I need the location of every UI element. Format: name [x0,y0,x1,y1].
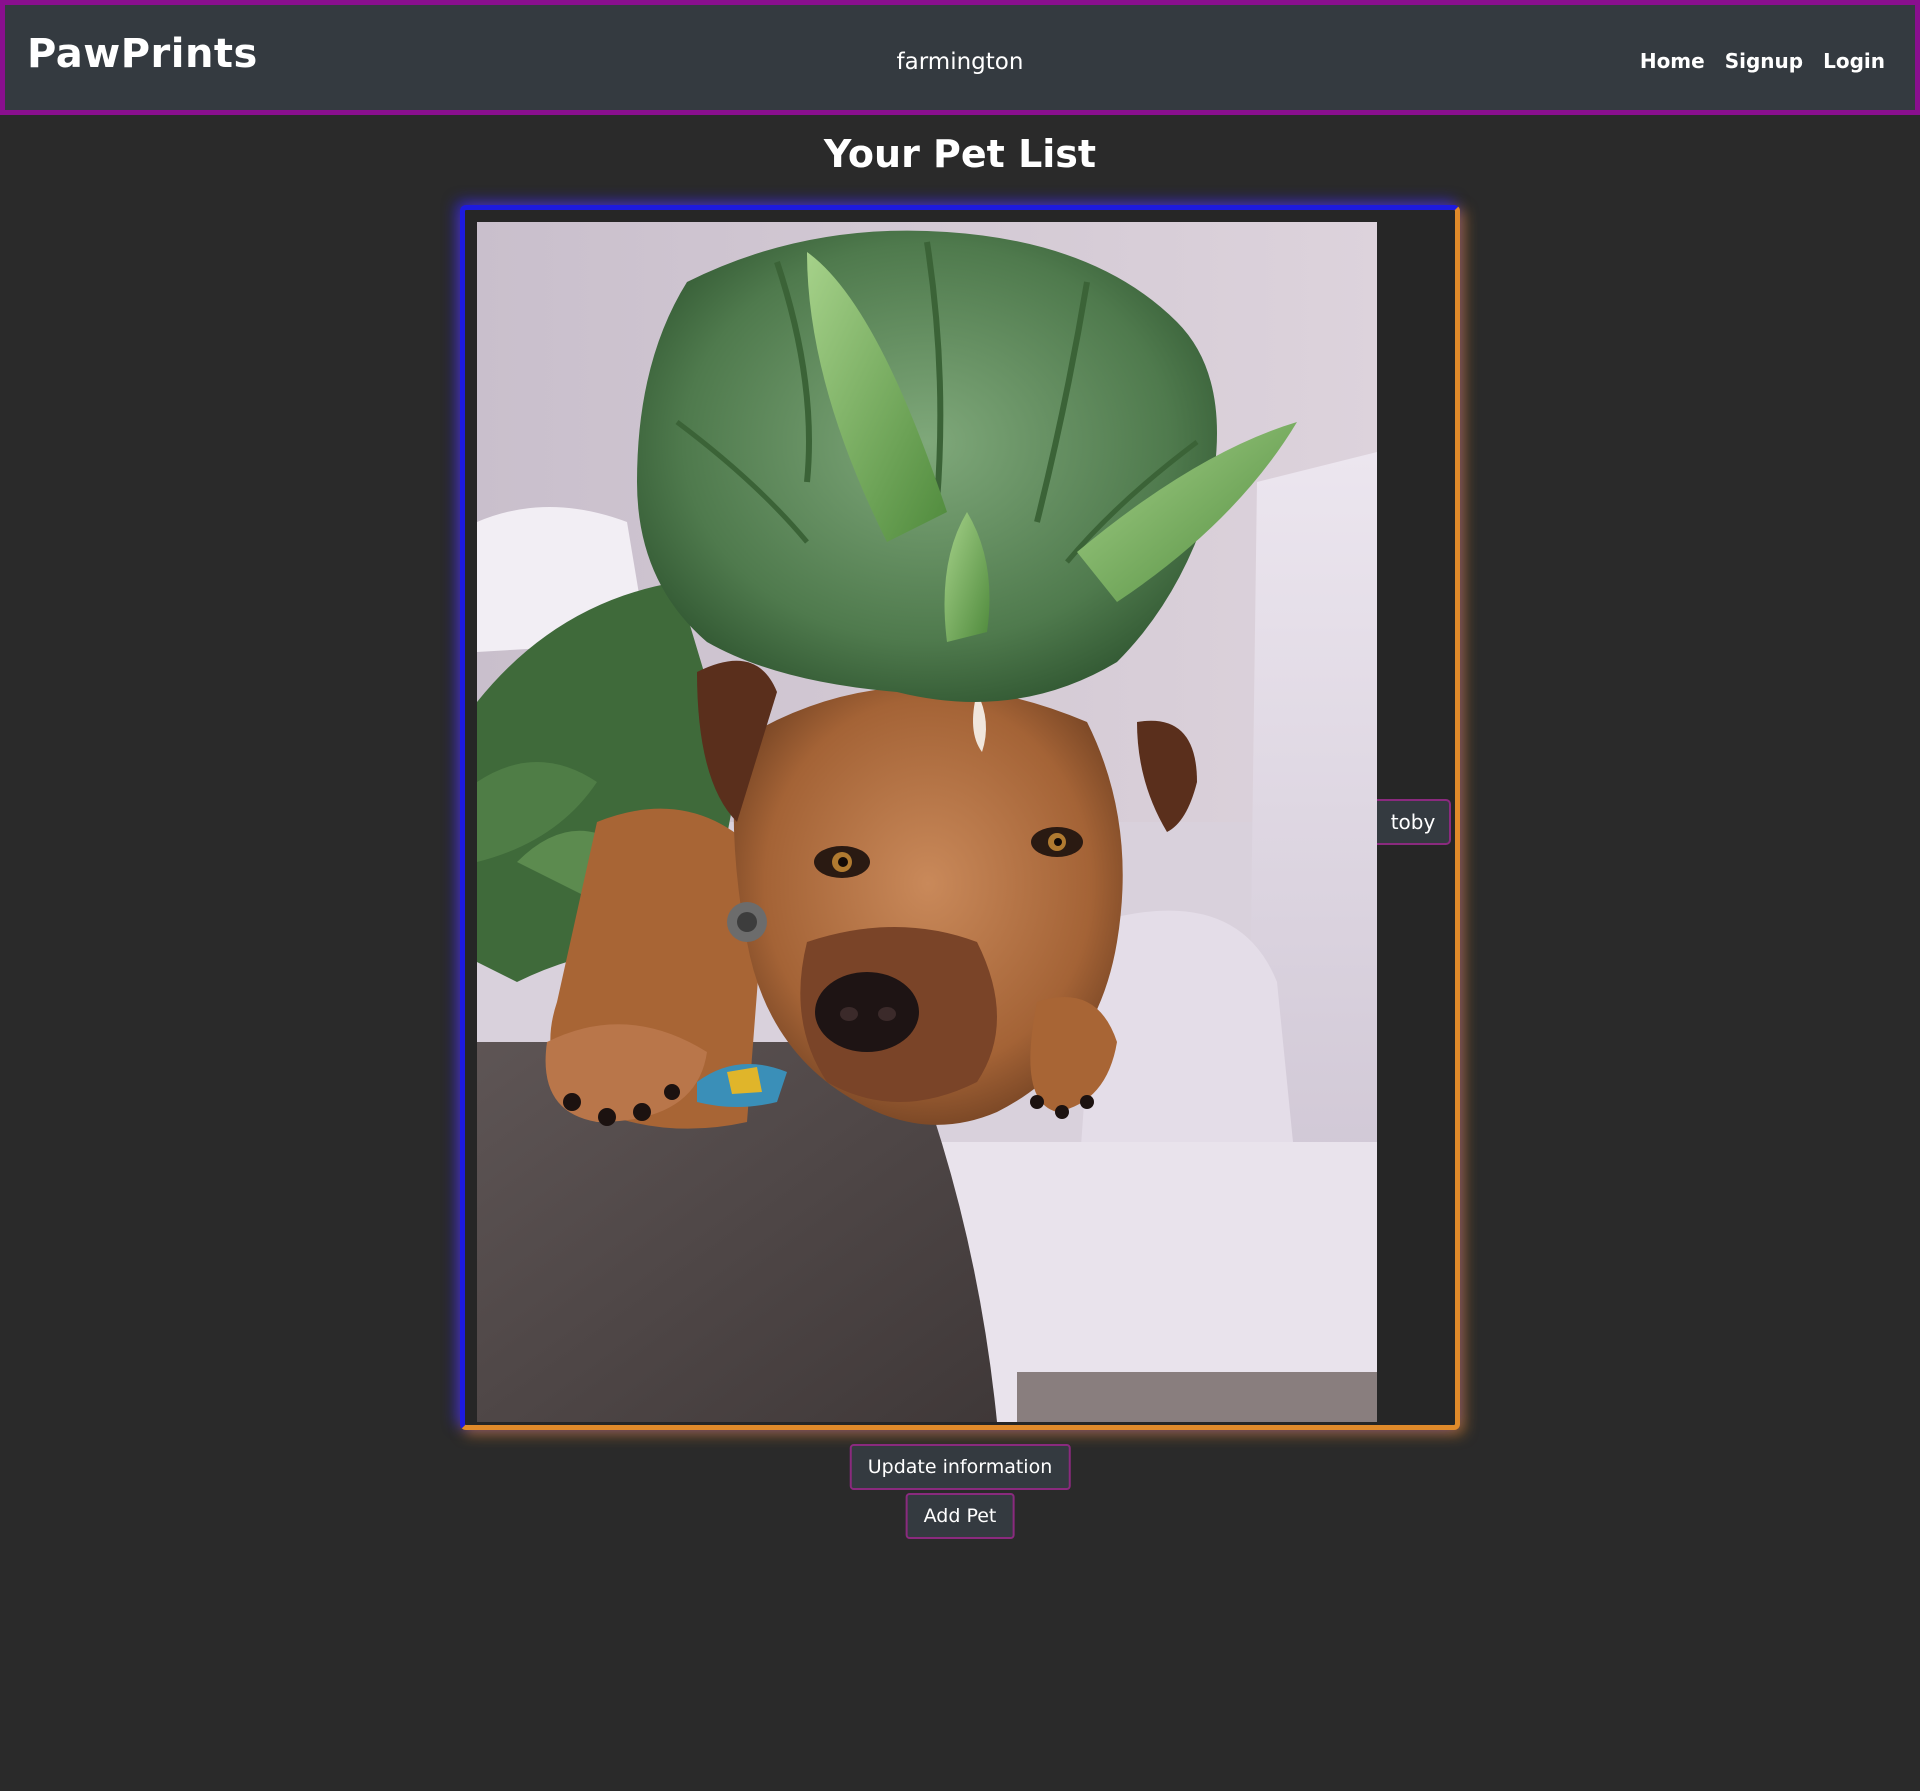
nav-link-home[interactable]: Home [1640,49,1705,73]
pet-card: toby [460,205,1460,1430]
nav-link-login[interactable]: Login [1823,49,1885,73]
add-pet-button[interactable]: Add Pet [905,1493,1015,1539]
current-username: farmington [896,49,1024,75]
top-navbar: PawPrints farmington Home Signup Login [0,0,1920,115]
pet-photo [477,222,1377,1422]
pet-name-tag[interactable]: toby [1377,799,1451,845]
nav-link-signup[interactable]: Signup [1725,49,1803,73]
nav-links: Home Signup Login [1640,49,1885,73]
page-title: Your Pet List [823,132,1097,176]
update-information-button[interactable]: Update information [849,1444,1071,1490]
